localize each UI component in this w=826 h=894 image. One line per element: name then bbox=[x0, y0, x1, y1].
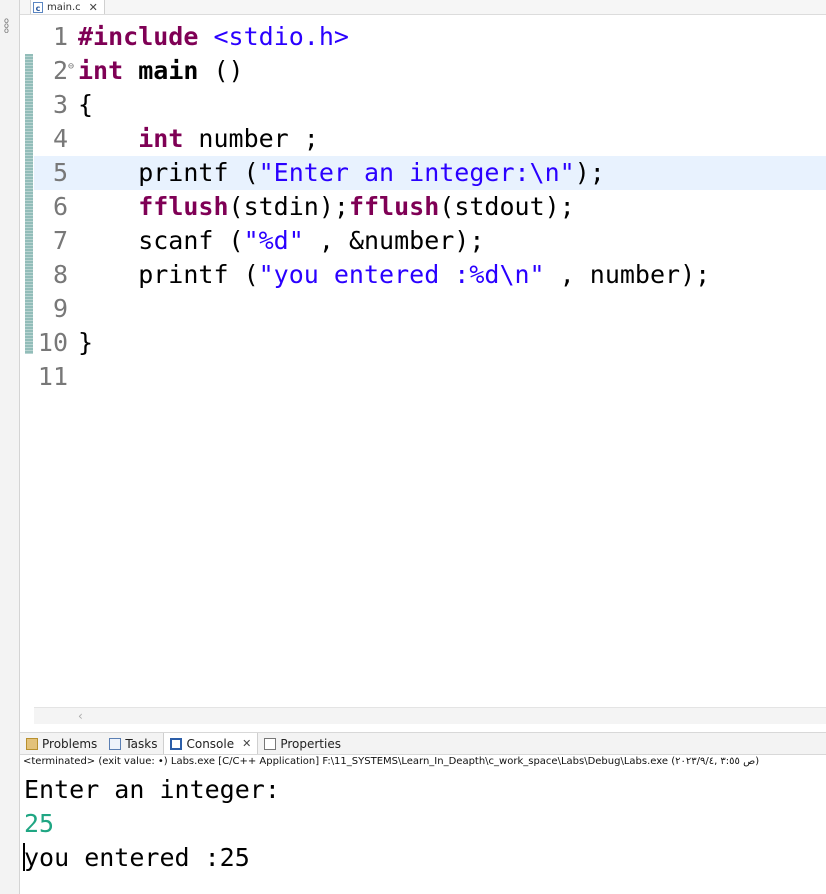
console-output-line: Enter an integer: bbox=[24, 775, 280, 804]
code-token: printf ( bbox=[78, 158, 259, 187]
line-number: 9 bbox=[52, 294, 68, 323]
code-token: int bbox=[78, 56, 124, 85]
code-text: fflush(stdin);fflush(stdout); bbox=[78, 190, 575, 224]
tab-problems[interactable]: Problems bbox=[20, 733, 103, 754]
code-token: int bbox=[138, 124, 184, 153]
code-text: { bbox=[78, 88, 93, 122]
editor-tab-label: main.c bbox=[47, 1, 81, 13]
code-token: number ; bbox=[183, 124, 319, 153]
line-number: 2 bbox=[52, 56, 68, 85]
c-file-icon: c bbox=[33, 1, 43, 13]
close-icon[interactable]: ✕ bbox=[89, 1, 98, 14]
code-text: int number ; bbox=[78, 122, 319, 156]
properties-icon bbox=[264, 737, 277, 750]
fold-collapse-icon[interactable]: ⊖ bbox=[68, 50, 74, 84]
code-token: <stdio.h> bbox=[213, 22, 349, 51]
code-line[interactable]: 6 fflush(stdin);fflush(stdout); bbox=[34, 190, 826, 224]
code-line[interactable]: 7 scanf ("%d" , &number); bbox=[34, 224, 826, 258]
code-token: #include bbox=[78, 22, 199, 51]
code-text: printf ("you entered :%d\n" , number); bbox=[78, 258, 710, 292]
code-token: "you entered :%d\n" bbox=[258, 260, 545, 289]
console-status-line: <terminated> (exit value: •) Labs.exe [C… bbox=[23, 756, 760, 767]
tab-label: Console bbox=[186, 736, 235, 751]
code-token: fflush bbox=[138, 192, 229, 221]
code-token: (stdin); bbox=[228, 192, 349, 221]
tab-tasks[interactable]: Tasks bbox=[103, 733, 163, 754]
editor-tab-bar: c main.c ✕ bbox=[20, 0, 826, 15]
console-output[interactable]: Enter an integer: 25 you entered :25 bbox=[23, 773, 824, 875]
code-token: main bbox=[138, 56, 199, 85]
tab-properties[interactable]: Properties bbox=[258, 733, 347, 754]
code-token: , number); bbox=[544, 260, 711, 289]
line-number: 11 bbox=[37, 362, 68, 391]
line-number: 7 bbox=[52, 226, 68, 255]
tab-label: Problems bbox=[42, 736, 98, 751]
line-number: 8 bbox=[52, 260, 68, 289]
code-token: printf ( bbox=[78, 260, 259, 289]
code-text: printf ("Enter an integer:\n"); bbox=[78, 156, 605, 190]
code-line[interactable]: 8 printf ("you entered :%d\n" , number); bbox=[34, 258, 826, 292]
code-text: } bbox=[78, 326, 93, 360]
code-line[interactable]: 11 bbox=[34, 360, 826, 394]
code-token: } bbox=[78, 328, 94, 357]
text-cursor bbox=[23, 843, 25, 871]
line-number: 10 bbox=[37, 328, 68, 357]
line-number: 4 bbox=[52, 124, 68, 153]
line-number: 5 bbox=[52, 158, 68, 187]
bottom-panel-tabs: Problems Tasks Console ✕ Properties bbox=[20, 732, 826, 755]
scroll-left-icon[interactable]: ‹ bbox=[78, 708, 83, 724]
editor-tab-main-c[interactable]: c main.c ✕ bbox=[30, 0, 105, 14]
console-input-line: 25 bbox=[24, 809, 55, 838]
line-number: 6 bbox=[52, 192, 68, 221]
code-token: { bbox=[78, 90, 94, 119]
problems-icon bbox=[26, 737, 38, 750]
close-icon[interactable]: ✕ bbox=[242, 737, 251, 750]
code-editor[interactable]: 1 #include <stdio.h> 2 ⊖ int main () 3{4 int … bbox=[20, 15, 826, 707]
code-line[interactable]: 9 bbox=[34, 292, 826, 326]
code-token: () bbox=[198, 56, 244, 85]
code-line[interactable]: 5 printf ("Enter an integer:\n"); bbox=[34, 156, 826, 190]
horizontal-scrollbar[interactable]: ‹ bbox=[34, 707, 826, 724]
code-text: #include <stdio.h> bbox=[78, 20, 349, 54]
tab-label: Properties bbox=[280, 736, 341, 751]
console-icon bbox=[170, 737, 183, 750]
code-token: , &number); bbox=[303, 226, 485, 255]
console-output-line: you entered :25 bbox=[24, 843, 250, 872]
tab-console[interactable]: Console ✕ bbox=[163, 733, 259, 754]
code-token: "Enter an integer:\n" bbox=[258, 158, 575, 187]
code-line[interactable]: 2 ⊖ int main () bbox=[34, 54, 826, 88]
line-number: 3 bbox=[52, 90, 68, 119]
line-number: 1 bbox=[52, 22, 68, 51]
restore-icon[interactable]: ooo bbox=[4, 17, 9, 35]
code-line[interactable]: 3{ bbox=[34, 88, 826, 122]
code-token: "%d" bbox=[243, 226, 304, 255]
code-line[interactable]: 1 #include <stdio.h> bbox=[34, 20, 826, 54]
window-left-strip: ooo bbox=[0, 0, 20, 894]
code-token: fflush bbox=[348, 192, 440, 221]
change-ruler-marker bbox=[25, 54, 33, 354]
code-text: int main () bbox=[78, 54, 244, 88]
code-line[interactable]: 4 int number ; bbox=[34, 122, 826, 156]
code-text: scanf ("%d" , &number); bbox=[78, 224, 484, 258]
code-token: (stdout); bbox=[439, 192, 575, 221]
code-line[interactable]: 10} bbox=[34, 326, 826, 360]
tasks-icon bbox=[109, 737, 122, 750]
code-lines: 1 #include <stdio.h> 2 ⊖ int main () 3{4 int … bbox=[34, 20, 826, 394]
code-token: scanf ( bbox=[78, 226, 244, 255]
tab-label: Tasks bbox=[125, 736, 158, 751]
code-token: ); bbox=[574, 158, 605, 187]
